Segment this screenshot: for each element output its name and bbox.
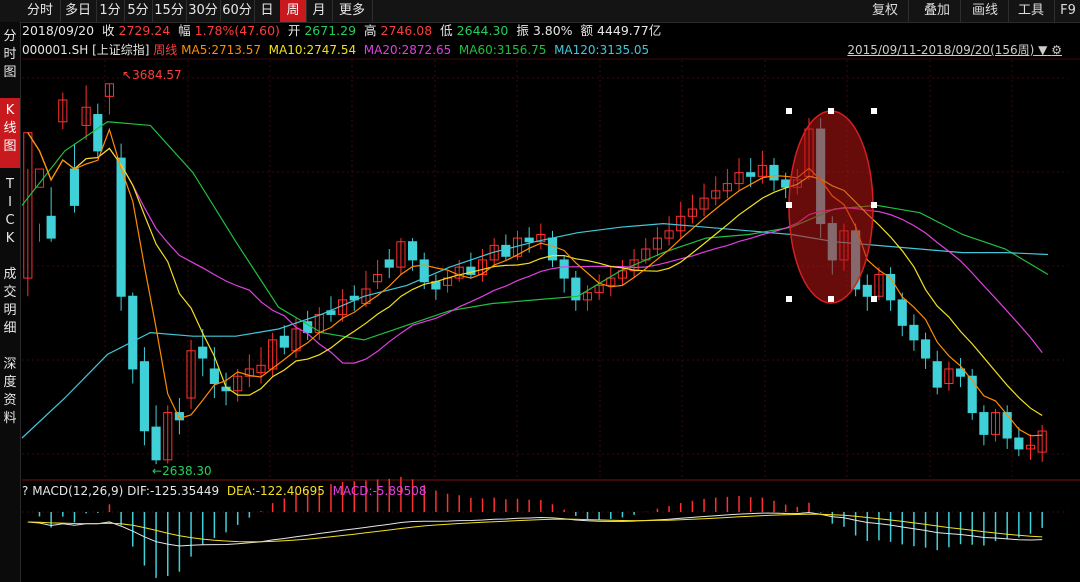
candle-body-11 bbox=[151, 426, 161, 461]
candle-body-15 bbox=[198, 346, 208, 359]
macd-value: MACD:-5.89508 bbox=[332, 484, 427, 498]
candle-body-81 bbox=[967, 375, 977, 414]
candle-body-2 bbox=[46, 215, 56, 239]
candle-body-84 bbox=[1002, 412, 1012, 439]
candle-body-72 bbox=[862, 284, 872, 297]
high-marker: ↖3684.57 bbox=[122, 68, 182, 82]
candle-body-62 bbox=[746, 172, 756, 177]
selection-handle-6 bbox=[828, 296, 834, 302]
selection-handle-3 bbox=[786, 202, 792, 208]
candle-body-82 bbox=[979, 412, 989, 435]
candle-body-10 bbox=[139, 361, 150, 432]
candle-body-75 bbox=[897, 299, 907, 326]
candle-body-31 bbox=[384, 259, 394, 268]
series-ma60 bbox=[21, 121, 1049, 341]
candle-body-76 bbox=[909, 324, 919, 341]
selection-handle-2 bbox=[871, 108, 877, 114]
candle-body-64 bbox=[769, 164, 779, 181]
candle-body-8 bbox=[116, 157, 126, 297]
high-arrow-icon: ↖ bbox=[122, 68, 133, 82]
ma20-line bbox=[27, 132, 1043, 364]
candle-body-43 bbox=[524, 237, 534, 243]
candle-body-85 bbox=[1014, 437, 1024, 450]
macd-label: MACD(12,26,9) bbox=[32, 484, 124, 498]
highlight-ellipse bbox=[788, 110, 874, 304]
high-marker-value: 3684.57 bbox=[132, 68, 182, 82]
series-ma120 bbox=[21, 222, 1049, 439]
candle-body-6 bbox=[93, 114, 103, 152]
low-marker-value: 2638.30 bbox=[162, 464, 212, 478]
selection-handle-1 bbox=[828, 108, 834, 114]
candle-body-46 bbox=[559, 259, 569, 279]
selection-handle-7 bbox=[871, 296, 877, 302]
candle-body-4 bbox=[69, 168, 80, 206]
candle-body-65 bbox=[781, 179, 791, 188]
candle-body-9 bbox=[128, 295, 138, 370]
macd-question-icon[interactable]: ? bbox=[22, 484, 28, 498]
macd-dea: DEA:-122.40695 bbox=[226, 484, 325, 498]
low-arrow-icon: ← bbox=[152, 464, 163, 478]
selection-handle-5 bbox=[786, 296, 792, 302]
candle-body-77 bbox=[920, 339, 931, 359]
candle-body-41 bbox=[501, 244, 511, 257]
selection-handle-0 bbox=[786, 108, 792, 114]
candle-body-33 bbox=[407, 241, 418, 261]
candle-body-16 bbox=[209, 368, 219, 384]
low-marker: ←2638.30 bbox=[152, 464, 212, 478]
macd-legend: ? MACD(12,26,9) DIF:-125.35449 DEA:-122.… bbox=[22, 482, 427, 500]
candle-body-78 bbox=[932, 361, 942, 388]
candle-body-22 bbox=[279, 335, 289, 348]
macd-dif: DIF:-125.35449 bbox=[127, 484, 220, 498]
selection-handle-4 bbox=[871, 202, 877, 208]
